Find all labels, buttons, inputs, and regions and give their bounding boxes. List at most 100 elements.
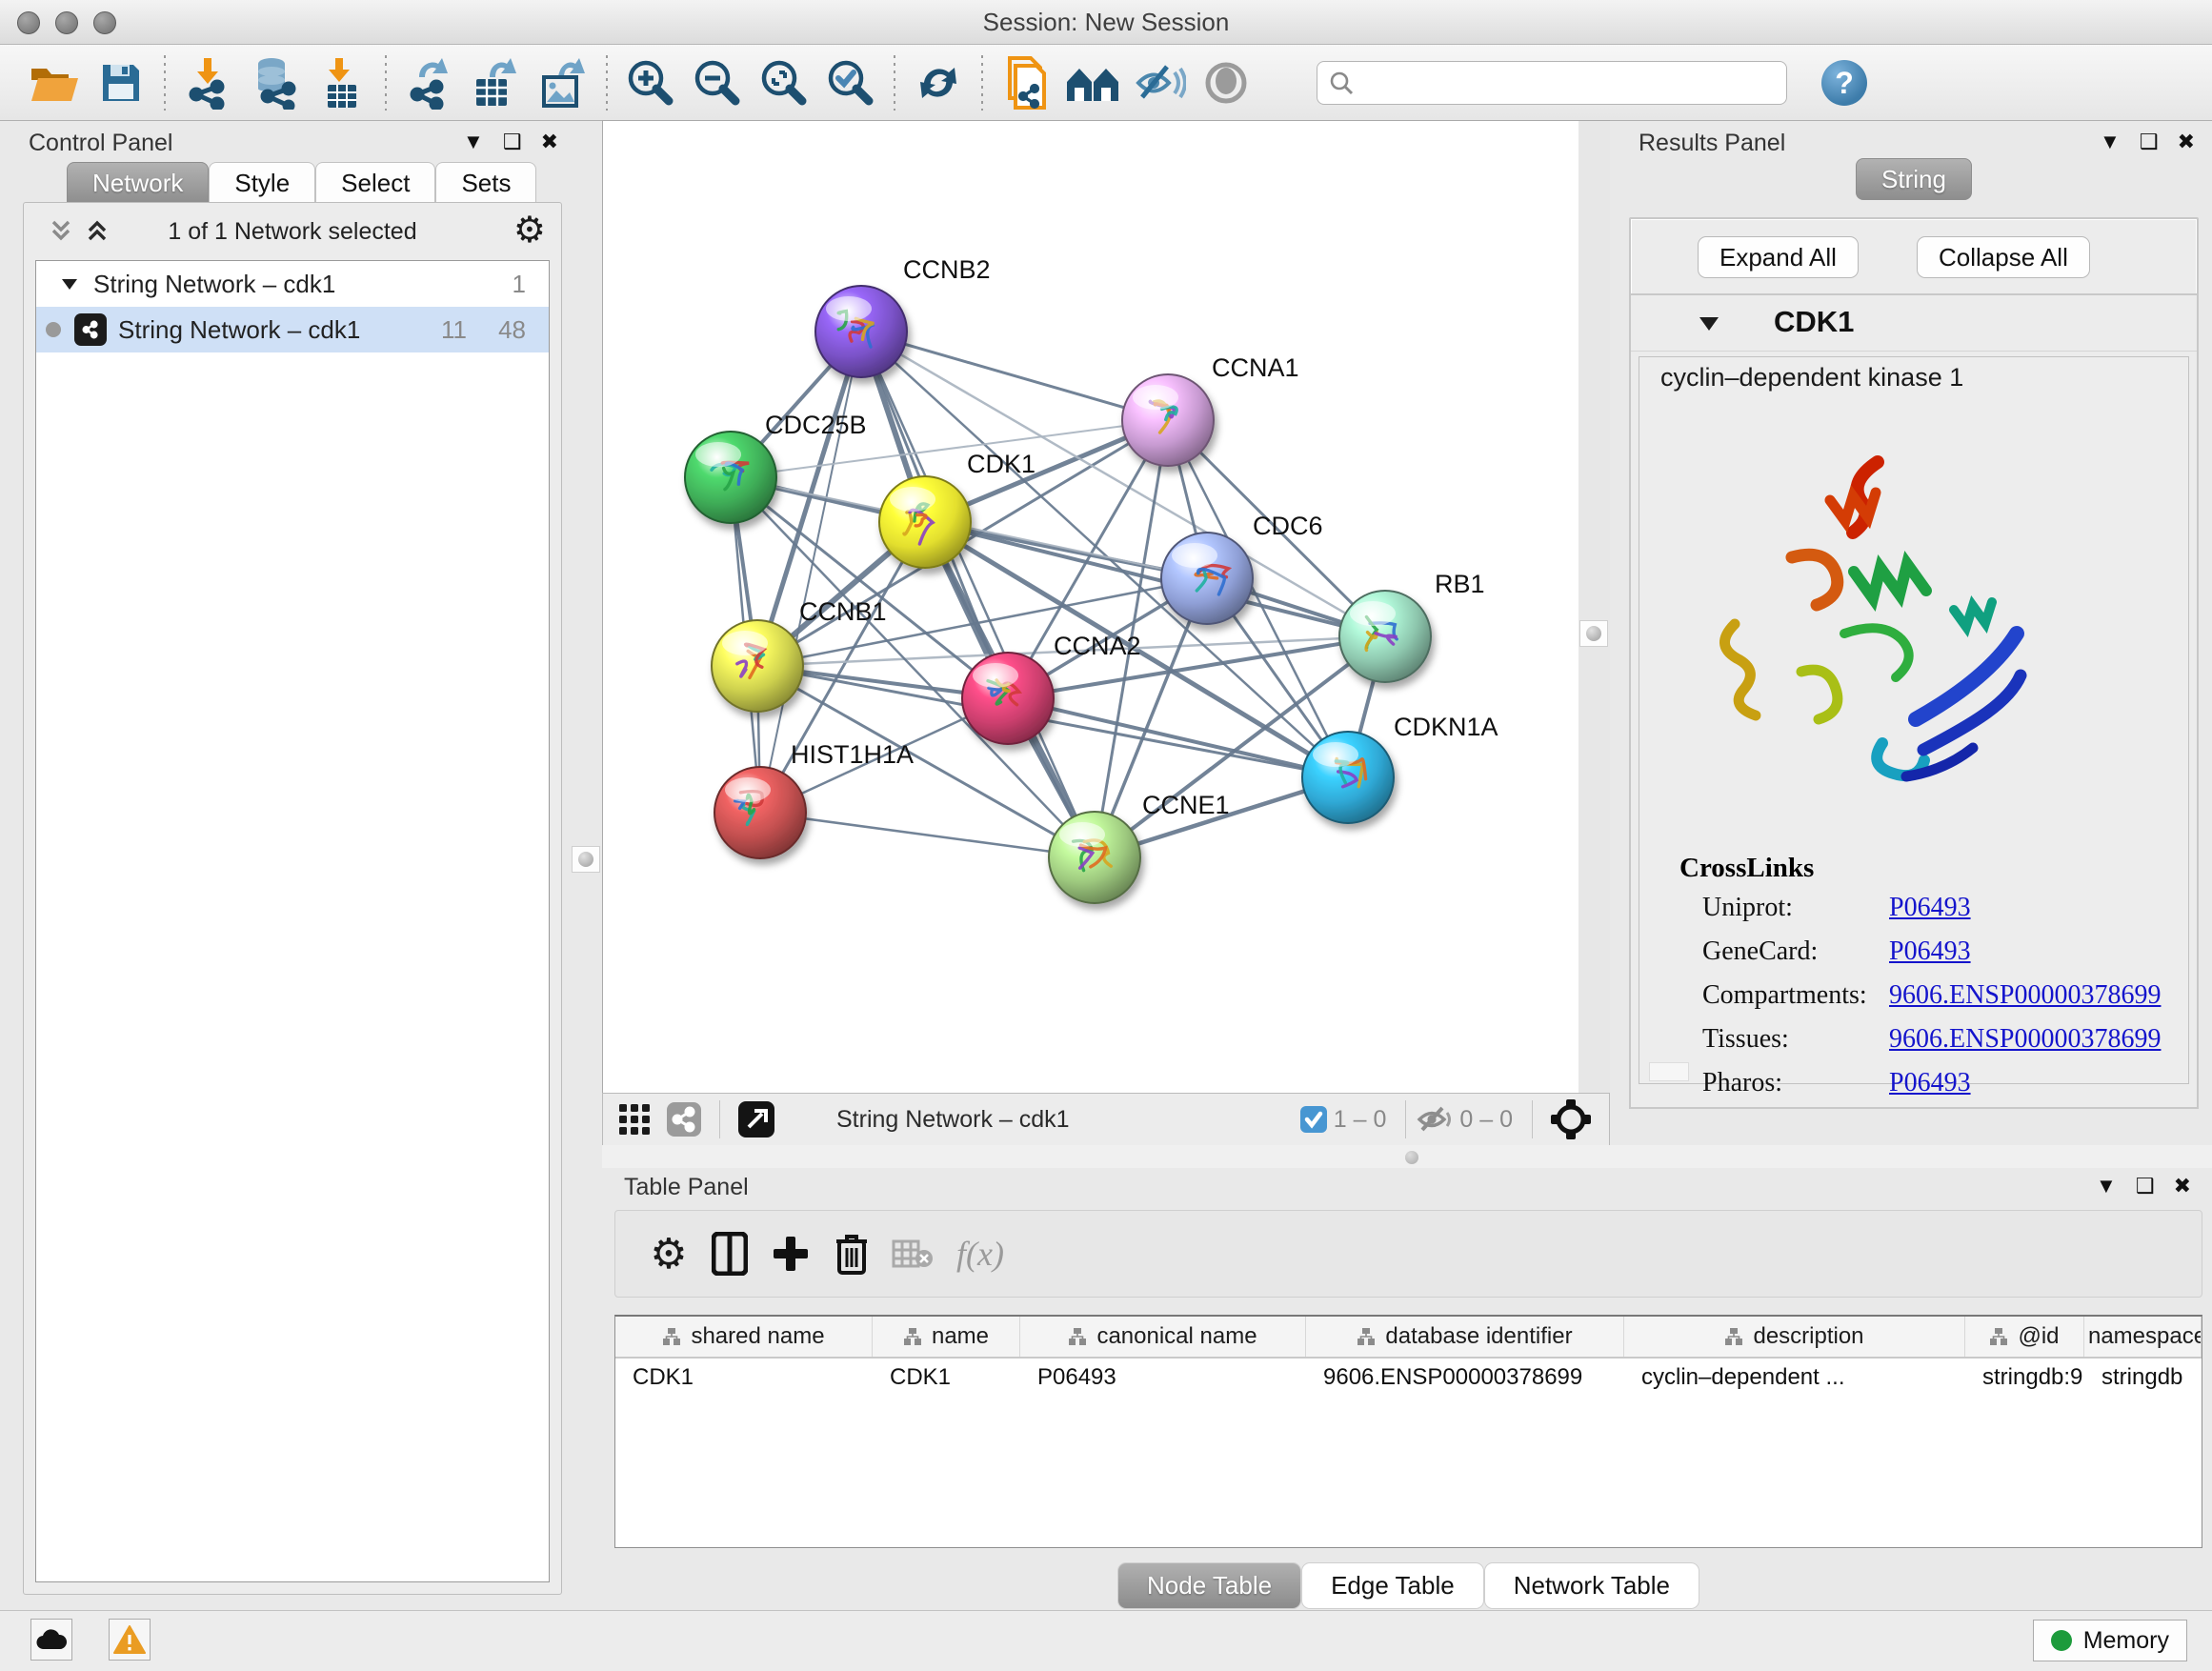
table-tab-node-table[interactable]: Node Table xyxy=(1117,1562,1301,1609)
panel-float-button[interactable]: ❑ xyxy=(2140,131,2159,152)
birdseye-view-button[interactable] xyxy=(737,1100,775,1138)
collapse-arrow-icon[interactable] xyxy=(1698,314,1720,338)
table-toolbar: ⚙ xyxy=(614,1210,2202,1298)
warnings-button[interactable] xyxy=(109,1619,151,1661)
column-header-canonical-name[interactable]: canonical name xyxy=(1020,1317,1306,1357)
network-edge[interactable] xyxy=(861,332,1168,420)
column-header-name[interactable]: name xyxy=(873,1317,1020,1357)
table-body: CDK1CDK1P064939606.ENSP00000378699cyclin… xyxy=(615,1359,2202,1397)
network-node-CCNB1[interactable]: CCNB1 xyxy=(712,597,887,712)
network-node-CDC25B[interactable]: CDC25B xyxy=(685,411,867,523)
crosslink-link[interactable]: P06493 xyxy=(1889,1068,1971,1098)
panel-float-button[interactable]: ❑ xyxy=(503,131,522,152)
add-column-button[interactable] xyxy=(760,1225,821,1282)
help-button[interactable]: ? xyxy=(1821,60,1867,106)
results-scrollbar[interactable] xyxy=(1649,1062,1689,1081)
open-folder-icon xyxy=(29,61,80,105)
network-node-HIST1H1A[interactable]: HIST1H1A xyxy=(714,740,914,858)
left-splitter[interactable] xyxy=(570,120,602,1599)
import-database-button[interactable] xyxy=(242,52,309,113)
panel-close-button[interactable]: ✖ xyxy=(541,131,558,152)
network-graph[interactable]: CCNB2CCNA1CDC25BCDK1CDC6RB1CCNB1CCNA2CDK… xyxy=(603,121,1579,1093)
zoom-out-button[interactable] xyxy=(684,52,751,113)
panel-close-button[interactable]: ✖ xyxy=(2178,131,2195,152)
table-options-gear-button[interactable]: ⚙ xyxy=(638,1225,699,1282)
string-home-button[interactable] xyxy=(1059,52,1126,113)
search-input[interactable] xyxy=(1361,65,1786,101)
collapse-all-button[interactable]: Collapse All xyxy=(1917,236,2090,278)
delete-column-button[interactable] xyxy=(821,1225,882,1282)
column-header-database-identifier[interactable]: database identifier xyxy=(1306,1317,1624,1357)
table-tab-edge-table[interactable]: Edge Table xyxy=(1301,1562,1484,1609)
left-splitter-collapse-button[interactable] xyxy=(572,846,600,873)
panel-menu-button[interactable]: ▼ xyxy=(463,131,484,152)
crosslinks-title: CrossLinks xyxy=(1679,853,1814,884)
column-header-namespace[interactable]: namespace xyxy=(2084,1317,2202,1357)
export-network-button[interactable] xyxy=(396,52,463,113)
crosslink-link[interactable]: P06493 xyxy=(1889,936,1971,967)
table-tab-network-table[interactable]: Network Table xyxy=(1484,1562,1699,1609)
crosslink-link[interactable]: 9606.ENSP00000378699 xyxy=(1889,1024,2161,1055)
network-edge[interactable] xyxy=(861,332,1095,857)
network-node-CDK1[interactable]: CDK1 xyxy=(879,450,1036,568)
network-node-CCNA1[interactable]: CCNA1 xyxy=(1122,353,1299,466)
expand-all-button[interactable]: Expand All xyxy=(1698,236,1859,278)
fit-selected-button[interactable] xyxy=(1550,1098,1592,1140)
network-status-bar: String Network – cdk1 1 – 0 0 – 0 xyxy=(602,1093,1610,1146)
crosslink-link[interactable]: 9606.ENSP00000378699 xyxy=(1889,980,2161,1011)
network-canvas[interactable]: CCNB2CCNA1CDC25BCDK1CDC6RB1CCNB1CCNA2CDK… xyxy=(602,120,1579,1094)
import-table-button[interactable] xyxy=(309,52,375,113)
tab-style[interactable]: Style xyxy=(209,162,315,204)
show-grid-button[interactable] xyxy=(618,1103,651,1136)
network-collection-row[interactable]: String Network – cdk1 1 xyxy=(36,261,549,307)
panel-menu-button[interactable]: ▼ xyxy=(2096,1176,2117,1197)
hidden-toggle[interactable] xyxy=(1416,1104,1454,1135)
network-node-CCNE1[interactable]: CCNE1 xyxy=(1049,791,1230,903)
network-node-CCNB2[interactable]: CCNB2 xyxy=(815,255,991,377)
selected-checkbox[interactable] xyxy=(1299,1105,1328,1134)
string-enhance-button[interactable] xyxy=(1193,52,1259,113)
panel-close-button[interactable]: ✖ xyxy=(2174,1176,2191,1197)
export-image-button[interactable] xyxy=(530,52,596,113)
zoom-selected-button[interactable] xyxy=(817,52,884,113)
zoom-fit-button[interactable] xyxy=(751,52,817,113)
tab-network[interactable]: Network xyxy=(67,162,209,204)
column-header-shared-name[interactable]: shared name xyxy=(615,1317,873,1357)
network-node-RB1[interactable]: RB1 xyxy=(1339,570,1485,682)
crosslink-link[interactable]: P06493 xyxy=(1889,893,1971,923)
save-session-button[interactable] xyxy=(88,52,154,113)
network-view-mode-button[interactable] xyxy=(666,1101,702,1137)
network-node-CDKN1A[interactable]: CDKN1A xyxy=(1302,713,1498,823)
network-row-selected[interactable]: String Network – cdk1 11 48 xyxy=(36,307,549,352)
tab-sets[interactable]: Sets xyxy=(435,162,536,204)
node-label-CCNB2: CCNB2 xyxy=(903,255,991,284)
apply-layout-button[interactable] xyxy=(905,52,972,113)
network-edge[interactable] xyxy=(1008,698,1348,777)
right-splitter-collapse-button[interactable] xyxy=(1579,620,1608,647)
zoom-in-button[interactable] xyxy=(617,52,684,113)
table-row[interactable]: CDK1CDK1P064939606.ENSP00000378699cyclin… xyxy=(615,1359,2202,1397)
column-header--id[interactable]: @id xyxy=(1965,1317,2084,1357)
splitter-handle-dot[interactable] xyxy=(1405,1151,1418,1164)
horizontal-splitter[interactable] xyxy=(602,1145,2212,1168)
toolbar-separator xyxy=(385,55,387,111)
cloud-status-button[interactable] xyxy=(30,1619,72,1661)
collapse-arrow-icon[interactable] xyxy=(59,273,80,294)
column-header-description[interactable]: description xyxy=(1624,1317,1965,1357)
export-table-button[interactable] xyxy=(463,52,530,113)
tab-select[interactable]: Select xyxy=(315,162,435,204)
string-hide-glass-button[interactable] xyxy=(1126,52,1193,113)
network-options-gear-button[interactable]: ⚙ xyxy=(513,209,546,252)
open-session-button[interactable] xyxy=(21,52,88,113)
show-columns-button[interactable] xyxy=(699,1225,760,1282)
import-network-button[interactable] xyxy=(175,52,242,113)
gene-header-row[interactable]: CDK1 xyxy=(1631,295,2197,352)
results-tab-string[interactable]: String xyxy=(1856,158,1972,200)
panel-menu-button[interactable]: ▼ xyxy=(2100,131,2121,152)
current-network-name: String Network – cdk1 xyxy=(836,1106,1070,1134)
string-import-button[interactable] xyxy=(993,52,1059,113)
zoom-out-icon xyxy=(692,57,743,109)
panel-float-button[interactable]: ❑ xyxy=(2136,1176,2155,1197)
memory-button[interactable]: Memory xyxy=(2033,1620,2187,1661)
network-edge[interactable] xyxy=(760,813,1095,857)
